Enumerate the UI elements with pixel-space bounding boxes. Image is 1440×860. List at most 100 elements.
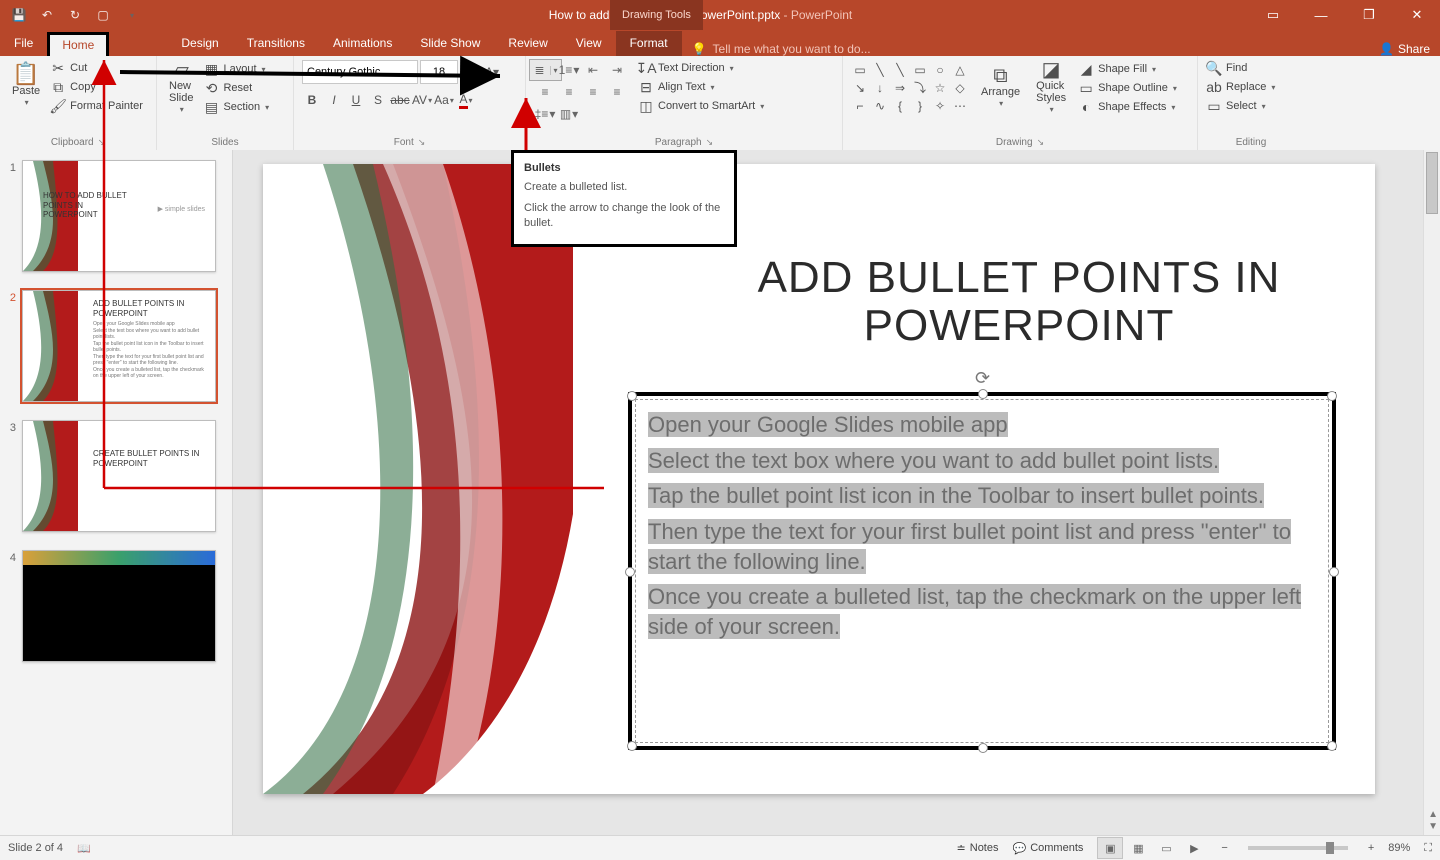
cut-button[interactable]: ✂Cut [50, 60, 143, 76]
bold-button[interactable]: B [302, 90, 322, 110]
qat-customize-icon[interactable]: ▾ [123, 6, 141, 24]
change-case-button[interactable]: Aa▾ [434, 90, 454, 110]
dialog-launcher-icon[interactable]: ↘ [1037, 137, 1045, 148]
notes-button[interactable]: ≐ Notes [957, 842, 999, 855]
tab-slideshow[interactable]: Slide Show [406, 31, 494, 56]
replace-button[interactable]: abReplace▾ [1206, 79, 1296, 95]
vertical-scrollbar[interactable] [1423, 150, 1440, 836]
fit-to-window-icon[interactable]: ⛶ [1424, 842, 1432, 855]
reading-view-icon[interactable]: ▭ [1153, 837, 1179, 859]
thumbnail-row[interactable]: 1 HOW TO ADD BULLET POINTS IN POWERPOINT… [6, 160, 224, 272]
paragraph[interactable]: Once you create a bulleted list, tap the… [648, 582, 1316, 641]
spellcheck-icon[interactable]: 📖 [77, 842, 91, 855]
line-spacing-button[interactable]: ‡≡▾ [534, 104, 556, 124]
align-right-button[interactable]: ≡ [582, 82, 604, 102]
paragraph[interactable]: Then type the text for your first bullet… [648, 517, 1316, 576]
tab-transitions[interactable]: Transitions [233, 31, 319, 56]
maximize-icon[interactable]: ❐ [1346, 0, 1392, 30]
paragraph[interactable]: Open your Google Slides mobile app [648, 410, 1316, 440]
align-text-button[interactable]: ⊟Align Text▾ [638, 79, 764, 95]
zoom-slider-handle[interactable] [1326, 842, 1334, 854]
tab-file[interactable]: File [0, 31, 47, 56]
bullets-button[interactable]: ≣▾ [529, 59, 562, 81]
thumbnail-row[interactable]: 2 ADD BULLET POINTS IN POWERPOINT Open y… [6, 290, 224, 402]
ribbon-display-icon[interactable]: ▭ [1250, 0, 1296, 30]
text-direction-button[interactable]: ↧AText Direction▾ [638, 60, 764, 76]
slide[interactable]: ADD BULLET POINTS IN POWERPOINT ⟳ Open y… [263, 164, 1375, 794]
redo-icon[interactable]: ↻ [66, 6, 84, 24]
thumbnail-3[interactable]: CREATE BULLET POINTS IN POWERPOINT [22, 420, 216, 532]
justify-button[interactable]: ≡ [606, 82, 628, 102]
shape-effects-button[interactable]: ◐Shape Effects▾ [1078, 99, 1177, 115]
quick-styles-button[interactable]: ◪Quick Styles▾ [1032, 60, 1070, 117]
font-size-input[interactable] [420, 60, 458, 84]
shapes-gallery[interactable]: ▭╲╲▭○△ ↘↓⇒⤵☆◇ ⌐∿{}✧⋯ [851, 62, 969, 114]
format-painter-button[interactable]: 🖌Format Painter [50, 98, 143, 114]
tab-home[interactable]: Home [47, 32, 109, 57]
minimize-icon[interactable]: — [1298, 0, 1344, 30]
scrollbar-thumb[interactable] [1426, 152, 1438, 214]
reset-button[interactable]: ⟲Reset [203, 80, 269, 96]
find-button[interactable]: 🔍Find [1206, 60, 1296, 76]
new-slide-button[interactable]: ▱ New Slide▾ [165, 60, 197, 117]
paste-button[interactable]: 📋 Paste ▾ [8, 65, 44, 110]
dialog-launcher-icon[interactable]: ↘ [418, 137, 426, 148]
zoom-in-icon[interactable]: + [1368, 842, 1374, 854]
save-icon[interactable]: 💾 [10, 6, 28, 24]
slide-title[interactable]: ADD BULLET POINTS IN POWERPOINT [723, 254, 1315, 351]
columns-button[interactable]: ▥▾ [558, 104, 580, 124]
arrange-button[interactable]: ⧉Arrange▾ [977, 66, 1024, 111]
undo-icon[interactable]: ↶ [38, 6, 56, 24]
resize-handle[interactable] [978, 743, 988, 753]
thumbnail-2[interactable]: ADD BULLET POINTS IN POWERPOINT Open you… [22, 290, 216, 402]
numbering-button[interactable]: 1≡▾ [558, 60, 580, 80]
zoom-percent[interactable]: 89% [1388, 842, 1410, 854]
text-box-content[interactable]: Open your Google Slides mobile app Selec… [635, 399, 1329, 743]
thumbnail-row[interactable]: 3 CREATE BULLET POINTS IN POWERPOINT [6, 420, 224, 532]
paragraph[interactable]: Select the text box where you want to ad… [648, 446, 1316, 476]
thumbnail-1[interactable]: HOW TO ADD BULLET POINTS IN POWERPOINT ▶… [22, 160, 216, 272]
close-icon[interactable]: ✕ [1394, 0, 1440, 30]
normal-view-icon[interactable]: ▣ [1097, 837, 1123, 859]
thumbnail-4[interactable] [22, 550, 216, 662]
decrease-indent-button[interactable]: ⇤ [582, 60, 604, 80]
thumbnail-row[interactable]: 4 [6, 550, 224, 662]
text-box[interactable]: Open your Google Slides mobile app Selec… [628, 392, 1336, 750]
tab-design[interactable]: Design [167, 31, 232, 56]
font-family-input[interactable] [302, 60, 418, 84]
paragraph[interactable]: Tap the bullet point list icon in the To… [648, 481, 1316, 511]
start-slideshow-icon[interactable]: ▢ [94, 6, 112, 24]
tab-review[interactable]: Review [494, 31, 561, 56]
rotation-handle-icon[interactable]: ⟳ [975, 368, 990, 389]
comments-button[interactable]: 💬 Comments [1013, 842, 1084, 855]
share-button[interactable]: 👤Share [1379, 42, 1430, 56]
increase-indent-button[interactable]: ⇥ [606, 60, 628, 80]
resize-handle[interactable] [625, 567, 635, 577]
shadow-button[interactable]: S [368, 90, 388, 110]
section-button[interactable]: ▤Section▾ [203, 99, 269, 115]
underline-button[interactable]: U [346, 90, 366, 110]
strike-button[interactable]: abc [390, 90, 410, 110]
tell-me-search[interactable]: 💡Tell me what you want to do... [692, 42, 871, 56]
tab-animations[interactable]: Animations [319, 31, 406, 56]
dialog-launcher-icon[interactable]: ↘ [98, 137, 106, 148]
slideshow-view-icon[interactable]: ▶ [1181, 837, 1207, 859]
italic-button[interactable]: I [324, 90, 344, 110]
zoom-out-icon[interactable]: − [1221, 842, 1227, 854]
decrease-font-icon[interactable]: A▾ [482, 62, 502, 82]
font-color-button[interactable]: A▾ [456, 90, 476, 110]
sorter-view-icon[interactable]: ▦ [1125, 837, 1151, 859]
prev-slide-icon[interactable]: ▲ [1428, 809, 1438, 820]
zoom-slider[interactable] [1248, 846, 1348, 850]
resize-handle[interactable] [978, 389, 988, 399]
select-button[interactable]: ▭Select▾ [1206, 98, 1296, 114]
tab-view[interactable]: View [562, 31, 616, 56]
increase-font-icon[interactable]: A▴ [460, 62, 480, 82]
shape-fill-button[interactable]: ◢Shape Fill▾ [1078, 61, 1177, 77]
layout-button[interactable]: ▦Layout▾ [203, 61, 269, 77]
next-slide-icon[interactable]: ▼ [1428, 821, 1438, 832]
align-left-button[interactable]: ≡ [534, 82, 556, 102]
resize-handle[interactable] [1329, 567, 1339, 577]
convert-smartart-button[interactable]: ◫Convert to SmartArt▾ [638, 98, 764, 114]
tab-format[interactable]: Format [616, 31, 682, 56]
